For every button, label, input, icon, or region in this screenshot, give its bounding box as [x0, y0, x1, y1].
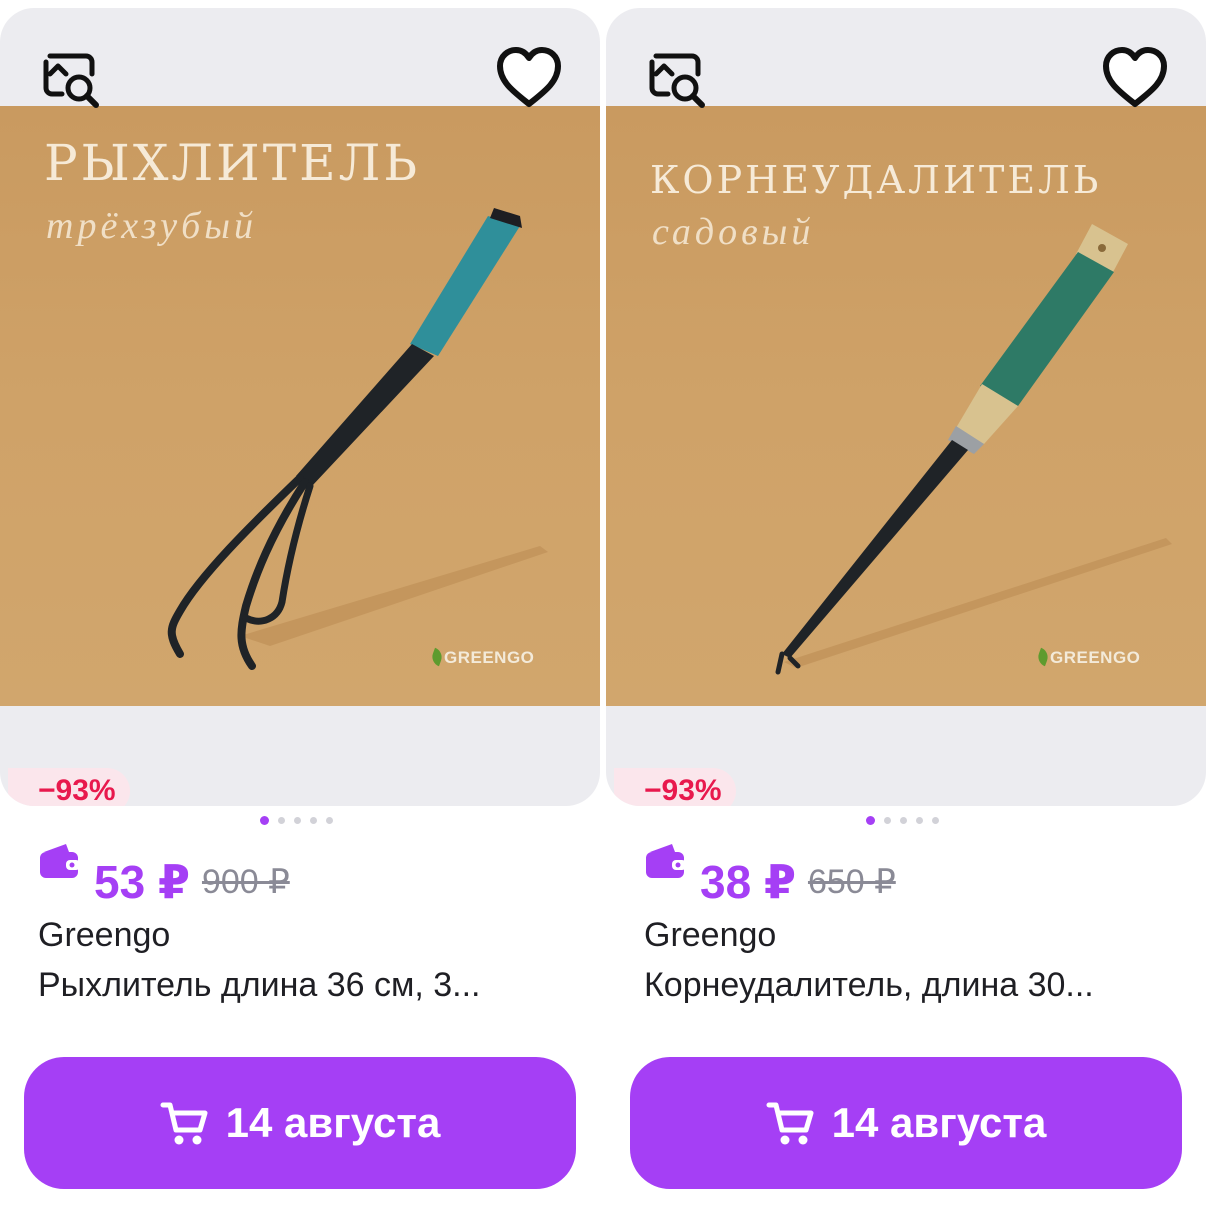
- current-price: 38 ₽: [700, 855, 796, 908]
- product-photo[interactable]: КОРНЕУДАЛИТЕЛЬ садовый GREENGO: [606, 106, 1206, 706]
- gallery-pagination: [866, 812, 948, 826]
- photo-title: КОРНЕУДАЛИТЕЛЬ: [650, 158, 1102, 202]
- pagination-dot: [916, 817, 923, 825]
- leaf-icon: [429, 647, 445, 667]
- discount-badge: −93%: [8, 768, 130, 806]
- current-price: 53 ₽: [94, 855, 190, 908]
- photo-brand-logo: GREENGO: [429, 647, 534, 668]
- pagination-dot: [278, 817, 285, 825]
- leaf-icon: [1035, 647, 1051, 667]
- pagination-dot: [900, 817, 907, 825]
- heart-icon: [497, 47, 561, 107]
- gallery-pagination: [260, 812, 342, 826]
- price-row: 53 ₽ 900 ₽: [38, 840, 290, 908]
- cart-icon: [766, 1100, 814, 1146]
- product-photo[interactable]: РЫХЛИТЕЛЬ трёхзубый GREENGO: [0, 106, 600, 706]
- photo-subtitle: трёхзубый: [46, 205, 257, 247]
- similar-search-button[interactable]: [642, 44, 712, 114]
- pagination-dot: [932, 817, 939, 825]
- rake-illustration: [167, 208, 548, 670]
- pagination-dot: [326, 817, 333, 825]
- heart-icon: [1103, 47, 1167, 107]
- delivery-date: 14 августа: [831, 1099, 1047, 1146]
- similar-search-button[interactable]: [36, 44, 106, 114]
- product-card-rake[interactable]: РЫХЛИТЕЛЬ трёхзубый GREENGO −93% 53 ₽ 90…: [0, 0, 600, 1210]
- product-brand[interactable]: Greengo: [38, 916, 170, 955]
- favorite-button[interactable]: [1100, 44, 1170, 114]
- old-price: 900 ₽: [201, 862, 290, 901]
- delivery-date: 14 августа: [225, 1099, 441, 1146]
- discount-badge: −93%: [614, 768, 736, 806]
- product-title[interactable]: Корнеудалитель, длина 30...: [644, 966, 1094, 1005]
- product-title[interactable]: Рыхлитель длина 36 см, 3...: [38, 966, 481, 1005]
- similar-search-icon: [43, 53, 99, 108]
- product-gallery[interactable]: РЫХЛИТЕЛЬ трёхзубый GREENGO −93%: [0, 8, 600, 806]
- add-to-cart-button[interactable]: 14 августа: [630, 1057, 1182, 1189]
- photo-title: РЫХЛИТЕЛЬ: [44, 134, 421, 192]
- favorite-button[interactable]: [494, 44, 564, 114]
- cart-icon: [160, 1100, 208, 1146]
- price-row: 38 ₽ 650 ₽: [644, 840, 896, 908]
- similar-search-icon: [649, 53, 705, 108]
- add-to-cart-button[interactable]: 14 августа: [24, 1057, 576, 1189]
- pagination-dot-active: [866, 816, 875, 826]
- product-brand[interactable]: Greengo: [644, 916, 776, 955]
- product-card-root-remover[interactable]: КОРНЕУДАЛИТЕЛЬ садовый GREENGO −93% 38 ₽…: [606, 0, 1206, 1210]
- pagination-dot: [310, 817, 317, 825]
- pagination-dot-active: [260, 816, 269, 826]
- product-gallery[interactable]: КОРНЕУДАЛИТЕЛЬ садовый GREENGO −93%: [606, 8, 1206, 806]
- pagination-dot: [884, 817, 891, 825]
- photo-subtitle: садовый: [652, 211, 815, 253]
- wallet-icon: [644, 840, 688, 880]
- old-price: 650 ₽: [807, 862, 896, 901]
- pagination-dot: [294, 817, 301, 825]
- photo-brand-logo: GREENGO: [1035, 647, 1140, 668]
- wallet-icon: [38, 840, 82, 880]
